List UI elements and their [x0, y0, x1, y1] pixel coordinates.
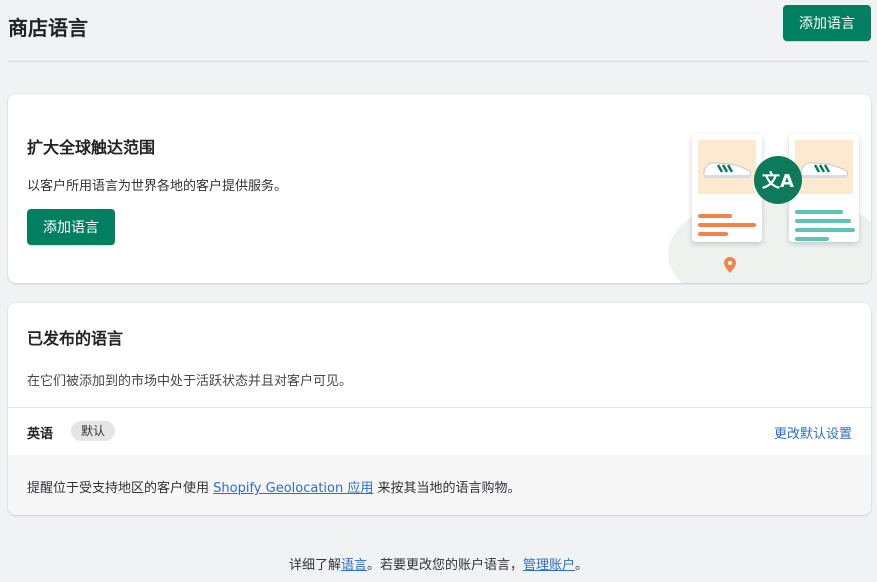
text-line: [795, 237, 829, 241]
footer-suffix: 。: [575, 558, 589, 573]
geolocation-notice: 提醒位于受支持地区的客户使用 Shopify Geolocation 应用 来按…: [8, 455, 871, 515]
text-line: [795, 228, 855, 232]
location-pin-icon: [724, 257, 736, 273]
geolocation-app-link[interactable]: Shopify Geolocation 应用: [213, 481, 373, 496]
published-languages-card: 已发布的语言 在它们被添加到的市场中处于活跃状态并且对客户可见。 英语 默认 更…: [8, 303, 871, 515]
section-title: 已发布的语言: [27, 329, 124, 348]
add-language-button[interactable]: 添加语言: [783, 5, 871, 41]
footer-help: 详细了解语言。若要更改您的账户语言，管理账户。: [0, 554, 877, 573]
text-line: [698, 214, 732, 218]
promo-add-language-button[interactable]: 添加语言: [27, 209, 115, 245]
manage-account-link[interactable]: 管理账户: [523, 558, 575, 573]
text-line: [795, 210, 843, 214]
page-title: 商店语言: [8, 16, 88, 40]
text-line: [698, 232, 728, 236]
promo-title: 扩大全球触达范围: [27, 138, 156, 157]
language-row: 英语 默认 更改默认设置: [8, 407, 871, 456]
header-divider: [8, 61, 869, 62]
default-badge: 默认: [71, 421, 116, 441]
change-default-link[interactable]: 更改默认设置: [774, 423, 852, 442]
shoe-icon: [800, 162, 849, 178]
promo-description: 以客户所用语言为世界各地的客户提供服务。: [27, 179, 288, 194]
text-line: [795, 219, 851, 223]
translation-illustration: 文A: [668, 124, 871, 283]
shoe-icon: [703, 162, 752, 178]
promo-card: 扩大全球触达范围 以客户所用语言为世界各地的客户提供服务。 添加语言 文A: [8, 94, 871, 283]
store-panel-left: [692, 134, 762, 242]
translate-icon: 文A: [754, 156, 802, 204]
language-name: 英语: [27, 427, 54, 442]
footer-middle: 。若要更改您的账户语言，: [366, 558, 523, 573]
text-line: [698, 223, 756, 227]
section-description: 在它们被添加到的市场中处于活跃状态并且对客户可见。: [27, 374, 353, 389]
notice-prefix: 提醒位于受支持地区的客户使用: [27, 481, 214, 496]
languages-link[interactable]: 语言: [341, 558, 367, 573]
notice-suffix: 来按其当地的语言购物。: [373, 481, 521, 496]
footer-prefix: 详细了解: [288, 558, 341, 573]
notice-text: 提醒位于受支持地区的客户使用 Shopify Geolocation 应用 来按…: [27, 477, 521, 496]
